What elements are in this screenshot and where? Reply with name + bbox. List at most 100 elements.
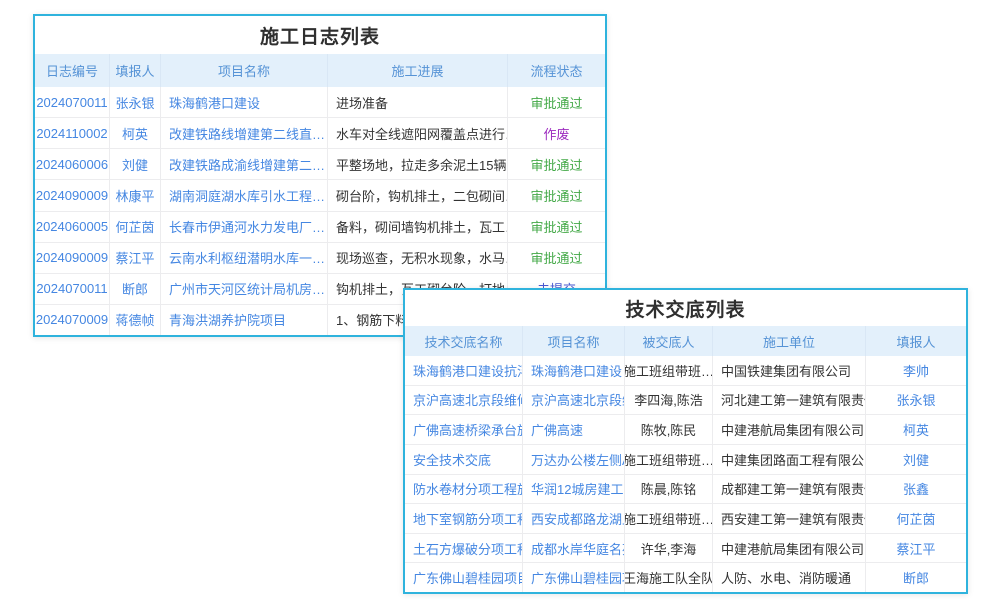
disclosure-company-text: 成都建工第一建筑有限责任公司 — [713, 475, 866, 504]
disclosure-company-text: 中国铁建集团有限公司 — [713, 356, 866, 385]
table-row: 防水卷材分项工程施… 华润12城房建工… 陈晨,陈铭 成都建工第一建筑有限责任公… — [405, 474, 966, 504]
status-badge: 审批通过 — [508, 87, 605, 117]
log-reporter-link[interactable]: 何芷茵 — [110, 212, 161, 242]
table-row: 地下室钢筋分项工程… 西安成都路龙湖上… 施工班组带班… 西安建工第一建筑有限责… — [405, 503, 966, 533]
disclosure-reporter-link[interactable]: 张永银 — [866, 386, 966, 415]
table-row: 京沪高速北京段维修… 京沪高速北京段维修 李四海,陈浩 河北建工第一建筑有限责任… — [405, 385, 966, 415]
log-id-link[interactable]: 2024070011 — [35, 87, 110, 117]
log-progress-text: 现场巡查，无积水现象，水马… — [328, 243, 508, 273]
disclosure-name-link[interactable]: 广佛高速桥梁承台施… — [405, 415, 523, 444]
disclosure-receiver-text: 陈晨,陈铭 — [625, 475, 713, 504]
table-row: 土石方爆破分项工程… 成都水岸华庭名苑… 许华,李海 中建港航局集团有限公司 蔡… — [405, 533, 966, 563]
log-reporter-link[interactable]: 蔡江平 — [110, 243, 161, 273]
disclosure-project-link[interactable]: 广佛高速 — [523, 415, 625, 444]
log-reporter-link[interactable]: 张永银 — [110, 87, 161, 117]
log-project-link[interactable]: 珠海鹤港口建设 — [161, 87, 328, 117]
log-project-link[interactable]: 云南水利枢纽潜明水库一… — [161, 243, 328, 273]
log-id-link[interactable]: 2024110002 — [35, 118, 110, 148]
table-row: 2024110002 柯英 改建铁路线增建第二线直… 水车对全线遮阳网覆盖点进行… — [35, 117, 605, 148]
status-badge: 审批通过 — [508, 180, 605, 210]
table-row: 2024060006 刘健 改建铁路成渝线增建第二… 平整场地，拉走多余泥土15… — [35, 148, 605, 179]
disclosure-receiver-text: 施工班组带班… — [625, 445, 713, 474]
log-id-link[interactable]: 2024060006 — [35, 149, 110, 179]
table-row: 2024090009 蔡江平 云南水利枢纽潜明水库一… 现场巡查，无积水现象，水… — [35, 242, 605, 273]
log-id-link[interactable]: 2024090009 — [35, 180, 110, 210]
disclosure-table-body: 珠海鹤港口建设抗浮… 珠海鹤港口建设 施工班组带班… 中国铁建集团有限公司 李帅… — [405, 356, 966, 592]
log-project-link[interactable]: 广州市天河区统计局机房… — [161, 274, 328, 304]
technical-disclosure-panel: 技术交底列表 技术交底名称 项目名称 被交底人 施工单位 填报人 珠海鹤港口建设… — [403, 288, 968, 594]
log-project-link[interactable]: 长春市伊通河水力发电厂… — [161, 212, 328, 242]
log-reporter-link[interactable]: 蒋德帧 — [110, 305, 161, 335]
disclosure-col-header-reporter: 填报人 — [866, 326, 966, 356]
disclosure-company-text: 中建集团路面工程有限公司 — [713, 445, 866, 474]
disclosure-name-link[interactable]: 土石方爆破分项工程… — [405, 534, 523, 563]
log-progress-text: 备料，砌间墙钩机排土，瓦工… — [328, 212, 508, 242]
log-id-link[interactable]: 2024070009 — [35, 305, 110, 335]
disclosure-reporter-link[interactable]: 刘健 — [866, 445, 966, 474]
disclosure-col-header-project: 项目名称 — [523, 326, 625, 356]
disclosure-name-link[interactable]: 珠海鹤港口建设抗浮… — [405, 356, 523, 385]
disclosure-project-link[interactable]: 珠海鹤港口建设 — [523, 356, 625, 385]
disclosure-project-link[interactable]: 成都水岸华庭名苑… — [523, 534, 625, 563]
disclosure-reporter-link[interactable]: 何芷茵 — [866, 504, 966, 533]
technical-disclosure-title: 技术交底列表 — [405, 290, 966, 326]
disclosure-col-header-receiver: 被交底人 — [625, 326, 713, 356]
disclosure-reporter-link[interactable]: 李帅 — [866, 356, 966, 385]
status-badge: 作废 — [508, 118, 605, 148]
disclosure-receiver-text: 李四海,陈浩 — [625, 386, 713, 415]
status-badge: 审批通过 — [508, 212, 605, 242]
log-progress-text: 进场准备 — [328, 87, 508, 117]
table-row: 广佛高速桥梁承台施… 广佛高速 陈牧,陈民 中建港航局集团有限公司 柯英 — [405, 414, 966, 444]
table-row: 珠海鹤港口建设抗浮… 珠海鹤港口建设 施工班组带班… 中国铁建集团有限公司 李帅 — [405, 356, 966, 385]
disclosure-company-text: 中建港航局集团有限公司 — [713, 534, 866, 563]
log-reporter-link[interactable]: 柯英 — [110, 118, 161, 148]
disclosure-company-text: 中建港航局集团有限公司 — [713, 415, 866, 444]
log-table-header: 日志编号 填报人 项目名称 施工进展 流程状态 — [35, 54, 605, 87]
log-project-link[interactable]: 青海洪湖养护院项目 — [161, 305, 328, 335]
log-progress-text: 水车对全线遮阳网覆盖点进行… — [328, 118, 508, 148]
log-col-header-status: 流程状态 — [508, 54, 605, 87]
table-row: 2024090009 林康平 湖南洞庭湖水库引水工程… 砌台阶，钩机排土，二包砌… — [35, 179, 605, 210]
disclosure-reporter-link[interactable]: 蔡江平 — [866, 534, 966, 563]
log-project-link[interactable]: 改建铁路成渝线增建第二… — [161, 149, 328, 179]
log-progress-text: 砌台阶，钩机排土，二包砌间… — [328, 180, 508, 210]
disclosure-company-text: 西安建工第一建筑有限责任公司 — [713, 504, 866, 533]
disclosure-company-text: 河北建工第一建筑有限责任公司 — [713, 386, 866, 415]
log-reporter-link[interactable]: 林康平 — [110, 180, 161, 210]
log-id-link[interactable]: 2024070011 — [35, 274, 110, 304]
disclosure-project-link[interactable]: 京沪高速北京段维修 — [523, 386, 625, 415]
disclosure-name-link[interactable]: 防水卷材分项工程施… — [405, 475, 523, 504]
disclosure-reporter-link[interactable]: 柯英 — [866, 415, 966, 444]
disclosure-reporter-link[interactable]: 张鑫 — [866, 475, 966, 504]
disclosure-project-link[interactable]: 西安成都路龙湖上… — [523, 504, 625, 533]
log-col-header-reporter: 填报人 — [110, 54, 161, 87]
disclosure-project-link[interactable]: 广东佛山碧桂园项目 — [523, 563, 625, 592]
disclosure-project-link[interactable]: 华润12城房建工… — [523, 475, 625, 504]
log-id-link[interactable]: 2024060005 — [35, 212, 110, 242]
log-id-link[interactable]: 2024090009 — [35, 243, 110, 273]
disclosure-name-link[interactable]: 京沪高速北京段维修… — [405, 386, 523, 415]
status-badge: 审批通过 — [508, 243, 605, 273]
disclosure-table-header: 技术交底名称 项目名称 被交底人 施工单位 填报人 — [405, 326, 966, 356]
disclosure-receiver-text: 施工班组带班… — [625, 356, 713, 385]
log-col-header-id: 日志编号 — [35, 54, 110, 87]
disclosure-project-link[interactable]: 万达办公楼左侧A… — [523, 445, 625, 474]
table-row: 安全技术交底 万达办公楼左侧A… 施工班组带班… 中建集团路面工程有限公司 刘健 — [405, 444, 966, 474]
log-col-header-progress: 施工进展 — [328, 54, 508, 87]
disclosure-name-link[interactable]: 地下室钢筋分项工程… — [405, 504, 523, 533]
disclosure-receiver-text: 陈牧,陈民 — [625, 415, 713, 444]
disclosure-receiver-text: 施工班组带班… — [625, 504, 713, 533]
log-reporter-link[interactable]: 断郎 — [110, 274, 161, 304]
disclosure-col-header-name: 技术交底名称 — [405, 326, 523, 356]
disclosure-reporter-link[interactable]: 断郎 — [866, 563, 966, 592]
disclosure-name-link[interactable]: 安全技术交底 — [405, 445, 523, 474]
disclosure-col-header-company: 施工单位 — [713, 326, 866, 356]
disclosure-company-text: 人防、水电、消防暖通 — [713, 563, 866, 592]
disclosure-receiver-text: 王海施工队全队 — [625, 563, 713, 592]
status-badge: 审批通过 — [508, 149, 605, 179]
disclosure-name-link[interactable]: 广东佛山碧桂园项目… — [405, 563, 523, 592]
log-reporter-link[interactable]: 刘健 — [110, 149, 161, 179]
log-project-link[interactable]: 湖南洞庭湖水库引水工程… — [161, 180, 328, 210]
log-project-link[interactable]: 改建铁路线增建第二线直… — [161, 118, 328, 148]
disclosure-receiver-text: 许华,李海 — [625, 534, 713, 563]
